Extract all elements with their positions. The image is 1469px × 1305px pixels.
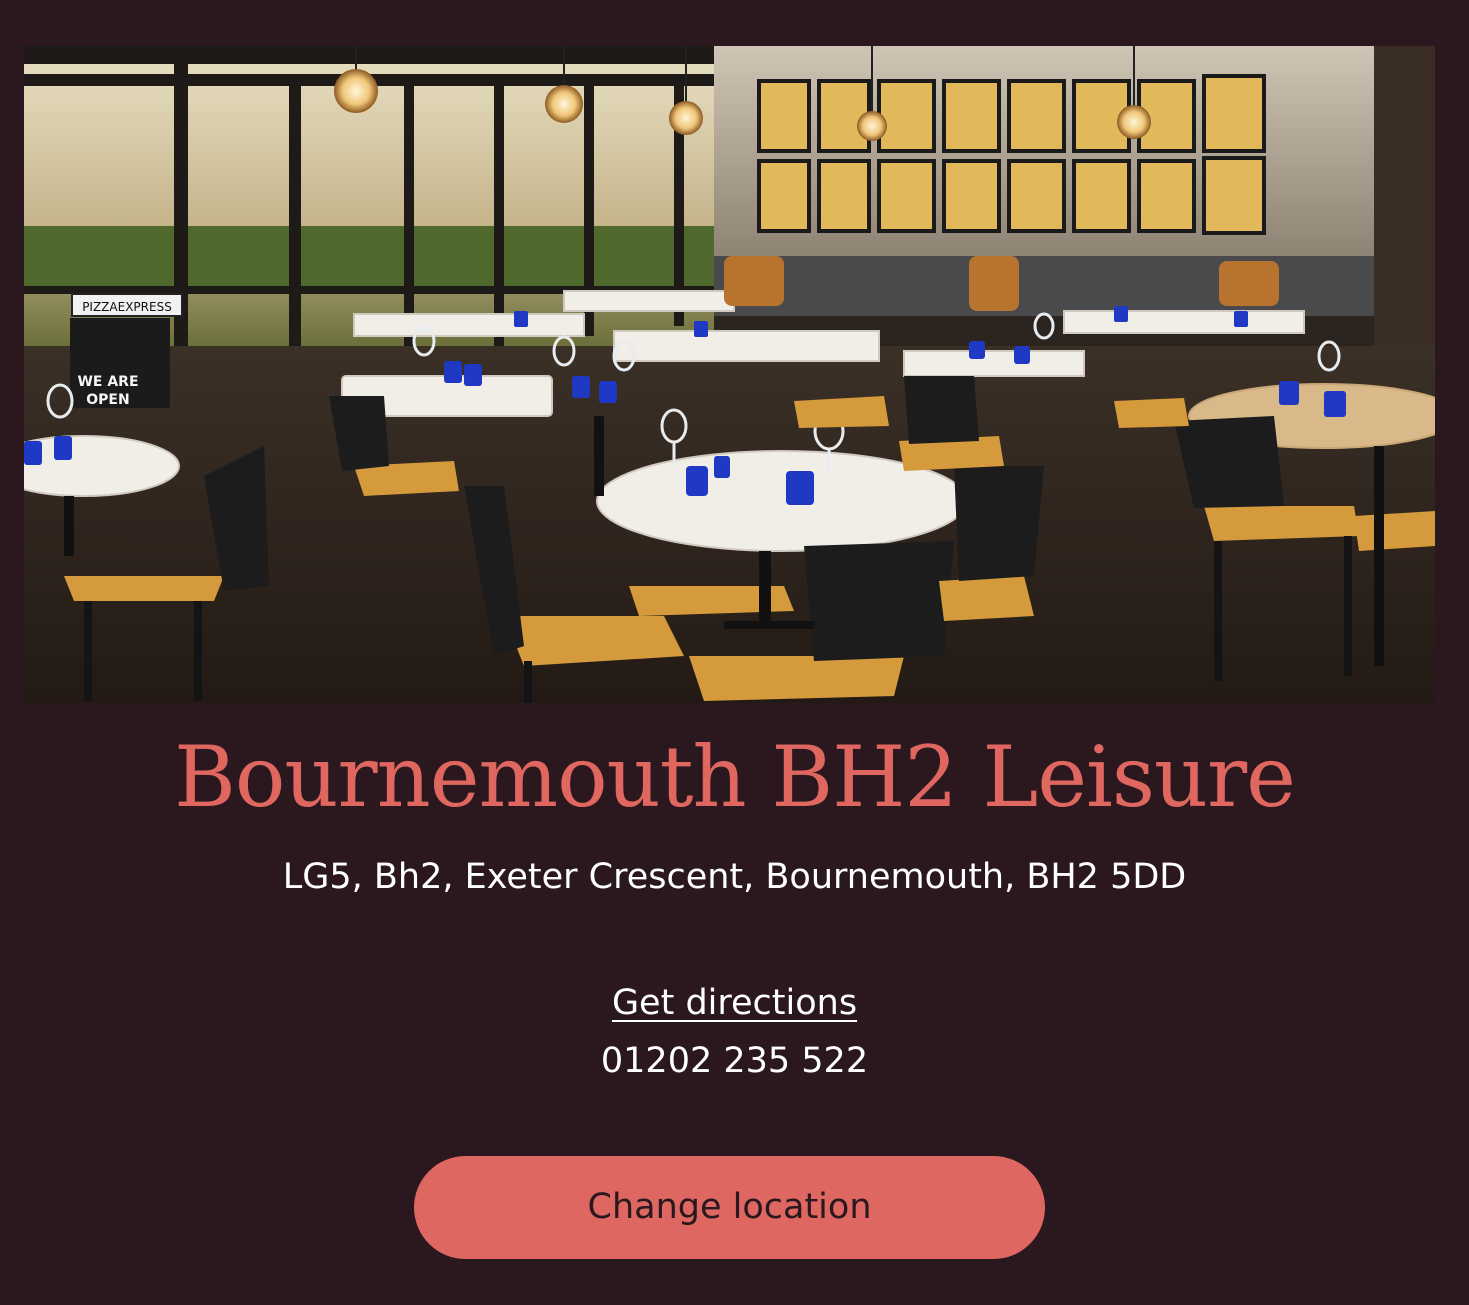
svg-text:WE ARE: WE ARE (77, 374, 138, 390)
svg-text:OPEN: OPEN (86, 392, 129, 408)
directions-container: Get directions (0, 978, 1469, 1028)
restaurant-address: LG5, Bh2, Exeter Crescent, Bournemouth, … (282, 857, 1187, 897)
restaurant-name: Bournemouth BH2 Leisure (174, 728, 1296, 826)
svg-text:PIZZAEXPRESS: PIZZAEXPRESS (82, 300, 172, 314)
restaurant-photo: PIZZAEXPRESS WE ARE OPEN (24, 46, 1435, 703)
get-directions-link[interactable]: Get directions (612, 983, 857, 1023)
phone-number[interactable]: 01202 235 522 (0, 1036, 1469, 1086)
change-location-button[interactable]: Change location (414, 1156, 1045, 1259)
